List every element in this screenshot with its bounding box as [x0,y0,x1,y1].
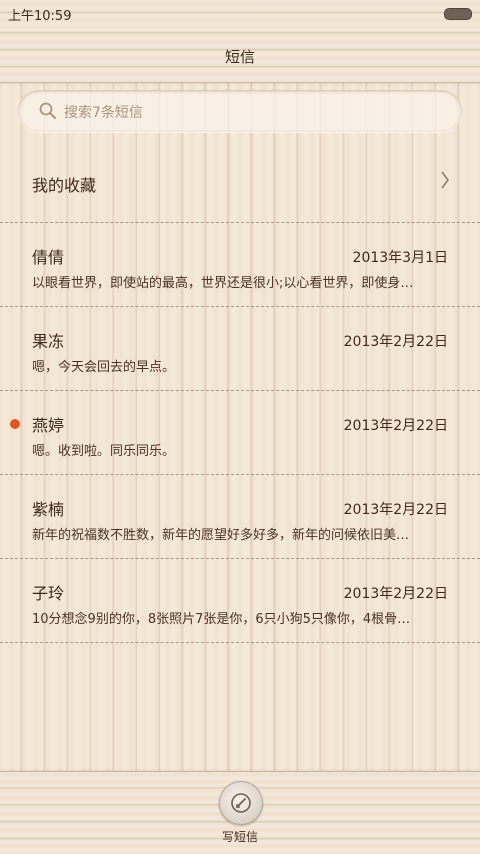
message-item-ziling[interactable]: 子玲 2013年2月22日 10分想念9别的你，8张照片7张是你，6只小狗5只像… [0,558,480,642]
message-date: 2013年2月22日 [343,502,448,518]
message-sender: 紫楠 [32,500,65,519]
favorites-row[interactable]: 我的收藏 [0,140,480,222]
message-sender: 子玲 [32,584,65,603]
battery-icon [444,8,472,20]
message-date: 2013年2月22日 [343,586,448,602]
unread-dot [10,419,20,429]
divider [0,642,480,643]
message-item-qianqian[interactable]: 倩倩 2013年3月1日 以眼看世界，即使站的最高，世界还是很小;以心看世界，即… [0,222,480,306]
compose-label: 写短信 [221,830,258,844]
favorites-label: 我的收藏 [32,176,97,195]
bottom-bar: 写短信 [0,771,480,854]
search-placeholder: 搜索7条短信 [64,105,143,121]
message-item-guodong[interactable]: 果冻 2013年2月22日 嗯，今天会回去的早点。 [0,306,480,390]
message-preview: 新年的祝福数不胜数，新年的愿望好多好多，新年的问候依旧美… [32,528,410,543]
message-date: 2013年2月22日 [343,418,448,434]
compose-button[interactable] [219,781,263,825]
search-icon [39,102,56,119]
message-item-zinan[interactable]: 紫楠 2013年2月22日 新年的祝福数不胜数，新年的愿望好多好多，新年的问候依… [0,474,480,558]
title-bar: 短信 [0,28,480,83]
message-preview: 以眼看世界，即使站的最高，世界还是很小;以心看世界，即使身… [32,276,414,291]
message-date: 2013年3月1日 [352,250,448,266]
message-preview: 10分想念9别的你，8张照片7张是你，6只小狗5只像你，4根骨… [32,612,411,627]
message-sender: 倩倩 [32,248,65,267]
message-date: 2013年2月22日 [343,334,448,350]
status-bar: 上午10:59 [0,0,480,28]
message-preview: 嗯。收到啦。同乐同乐。 [32,444,176,459]
message-sender: 燕婷 [32,416,65,435]
chevron-right-icon [441,171,449,189]
message-preview: 嗯，今天会回去的早点。 [32,360,176,375]
page-title: 短信 [224,48,255,66]
status-time: 上午10:59 [8,9,72,24]
message-sender: 果冻 [32,332,65,351]
message-item-yanting[interactable]: 燕婷 2013年2月22日 嗯。收到啦。同乐同乐。 [0,390,480,474]
search-input[interactable]: 搜索7条短信 [18,90,462,132]
compose-icon [231,793,251,813]
